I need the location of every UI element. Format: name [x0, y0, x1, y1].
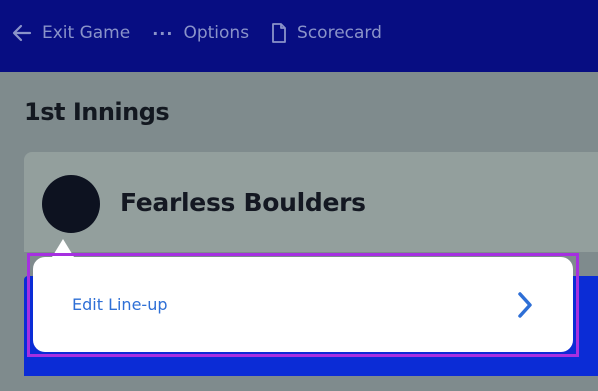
- options-button[interactable]: ··· Options: [152, 20, 249, 46]
- scorecard-button[interactable]: Scorecard: [271, 20, 382, 46]
- document-icon: [272, 23, 286, 43]
- highlight-outline: [27, 253, 579, 357]
- scorecard-label: Scorecard: [297, 23, 382, 43]
- exit-game-button[interactable]: Exit Game: [12, 20, 130, 46]
- team-name: Fearless Boulders: [120, 188, 366, 217]
- exit-game-label: Exit Game: [42, 23, 131, 43]
- innings-title: 1st Innings: [24, 98, 170, 126]
- team-avatar: [42, 175, 100, 233]
- options-label: Options: [183, 23, 250, 43]
- ellipsis-icon: ···: [152, 23, 174, 43]
- arrow-left-icon: [12, 24, 32, 42]
- top-navigation-bar: Exit Game ··· Options Scorecard: [0, 0, 598, 72]
